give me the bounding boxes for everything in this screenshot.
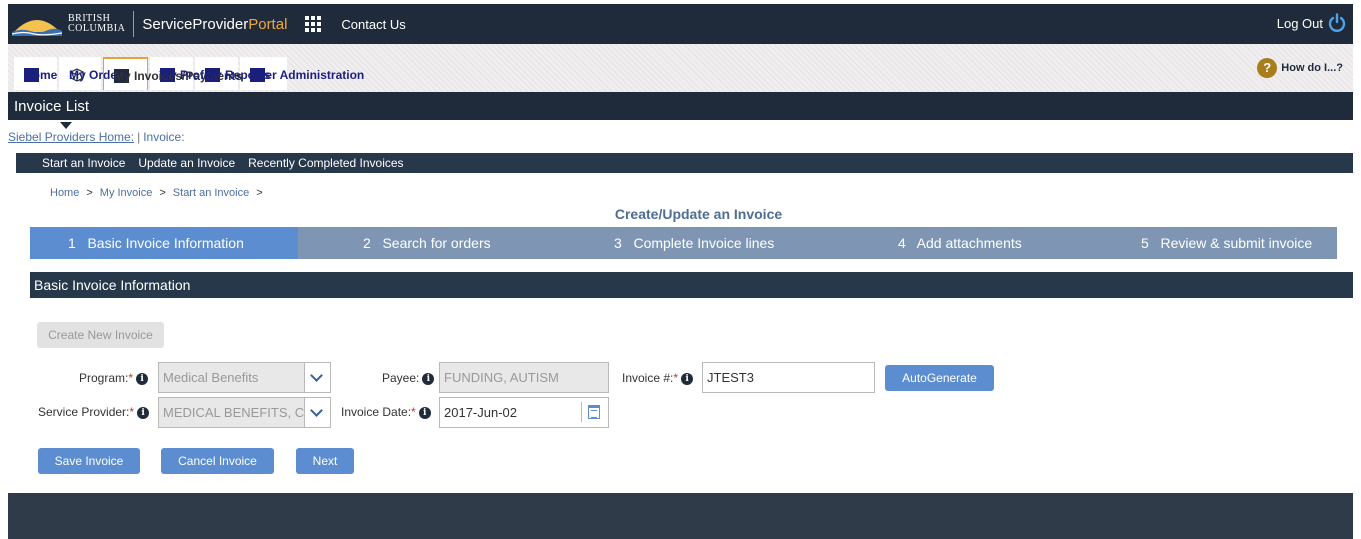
footer	[8, 493, 1353, 539]
providers-home-link[interactable]: Siebel Providers Home:	[8, 130, 134, 144]
cancel-invoice-button[interactable]: Cancel Invoice	[161, 448, 274, 474]
brand-line-2: COLUMBIA	[68, 23, 126, 34]
info-icon: i	[136, 373, 149, 385]
header-divider	[133, 11, 135, 37]
subnav-start-invoice[interactable]: Start an Invoice	[42, 156, 125, 170]
program-value: Medical Benefits	[163, 370, 259, 385]
sun-logo-icon	[12, 20, 62, 36]
create-new-invoice-button[interactable]: Create New Invoice	[37, 322, 164, 348]
invoice-date-label: Invoice Date:* i	[341, 405, 431, 419]
payee-label-text: Payee:	[382, 371, 420, 385]
portal-name: ServiceProvider	[142, 15, 249, 33]
power-icon	[1328, 13, 1346, 32]
invoice-number-label: Invoice #:* i	[622, 371, 694, 385]
program-label: Program:* i	[79, 371, 149, 385]
invoice-number-value: JTEST3	[707, 370, 754, 385]
payee-field: FUNDING, AUTISM	[439, 362, 609, 393]
contact-us-link[interactable]: Contact Us	[341, 17, 405, 32]
invoice-number-input[interactable]: JTEST3	[702, 362, 875, 393]
section-header: Basic Invoice Information	[30, 272, 1353, 298]
required-mark: *	[411, 405, 416, 419]
tab-my-orders[interactable]: My Orders	[59, 57, 128, 90]
invoice-number-label-text: Invoice #:	[622, 371, 674, 385]
info-icon: i	[681, 373, 694, 385]
step-search-orders[interactable]: 2 Search for orders	[363, 235, 491, 251]
subnav-recent-invoices[interactable]: Recently Completed Invoices	[248, 156, 403, 170]
invoice-date-input[interactable]: 2017-Jun-02	[439, 397, 609, 428]
chevron-down-icon[interactable]	[304, 398, 330, 427]
info-icon: i	[422, 373, 435, 385]
breadcrumb-my-invoice[interactable]: My Invoice	[100, 187, 153, 199]
how-do-i-label: How do I...?	[1281, 62, 1343, 74]
page-title: Invoice List	[14, 98, 90, 115]
payee-value: FUNDING, AUTISM	[444, 370, 559, 385]
service-provider-label: Service Provider:* i	[38, 405, 150, 419]
required-mark: *	[129, 405, 135, 419]
required-mark: *	[128, 371, 134, 385]
step-complete-lines[interactable]: 3 Complete Invoice lines	[614, 235, 774, 251]
help-icon: ?	[1257, 58, 1278, 78]
required-mark: *	[673, 371, 679, 385]
top-breadcrumb: Siebel Providers Home: | Invoice:	[8, 130, 185, 144]
tab-label: Home	[24, 67, 58, 82]
info-icon: i	[418, 407, 431, 419]
tab-label: User Administration	[250, 67, 365, 82]
breadcrumb-separator: |	[137, 130, 141, 144]
main-tab-bar: Home My Orders My Invoices/Payments My P…	[8, 44, 1353, 92]
chevron-down-icon[interactable]	[304, 363, 330, 392]
invoice-crumb[interactable]: Invoice:	[143, 130, 184, 144]
how-do-i-link[interactable]: ? How do I...?	[1257, 58, 1343, 78]
step-basic-info[interactable]: 1 Basic Invoice Information	[30, 227, 298, 259]
invoice-subnav: Start an Invoice Update an Invoice Recen…	[16, 153, 1353, 173]
service-provider-select[interactable]: MEDICAL BENEFITS, C	[158, 397, 331, 428]
autogenerate-button[interactable]: AutoGenerate	[885, 365, 994, 391]
wizard-steps: 1 Basic Invoice Information 2 Search for…	[30, 227, 1337, 259]
save-invoice-button[interactable]: Save Invoice	[38, 448, 140, 474]
logout-label: Log Out	[1276, 15, 1323, 31]
program-select[interactable]: Medical Benefits	[158, 362, 331, 393]
step-add-attachments[interactable]: 4 Add attachments	[898, 235, 1022, 251]
service-provider-label-text: Service Provider:	[38, 405, 130, 419]
calendar-icon[interactable]	[588, 405, 600, 419]
invoice-date-label-text: Invoice Date:	[341, 405, 412, 419]
subnav-update-invoice[interactable]: Update an Invoice	[138, 156, 235, 170]
info-icon: i	[137, 407, 150, 419]
step-review-submit[interactable]: 5 Review & submit invoice	[1141, 235, 1312, 251]
brand-text: BRITISH COLUMBIA	[68, 14, 125, 34]
portal-accent: Portal	[248, 15, 288, 33]
form-title: Create/Update an Invoice	[614, 206, 783, 222]
top-bar: BRITISH COLUMBIA ServiceProviderPortal C…	[8, 4, 1353, 44]
bc-logo[interactable]: BRITISH COLUMBIA	[8, 4, 125, 44]
breadcrumb: Home > My Invoice > Start an Invoice >	[50, 187, 263, 199]
breadcrumb-start-invoice[interactable]: Start an Invoice	[173, 187, 249, 199]
logout-button[interactable]: Log Out	[1277, 13, 1347, 33]
payee-label: Payee: i	[382, 371, 435, 385]
page-title-bar: Invoice List	[8, 92, 1353, 120]
breadcrumb-home[interactable]: Home	[50, 187, 79, 199]
field-divider	[581, 402, 582, 422]
invoice-date-value: 2017-Jun-02	[444, 405, 517, 420]
apps-grid-icon[interactable]	[305, 16, 322, 32]
portal-title: ServiceProviderPortal	[142, 16, 287, 33]
caret-down-icon	[60, 122, 72, 129]
next-button[interactable]: Next	[296, 448, 354, 474]
program-label-text: Program:	[79, 371, 129, 385]
service-provider-value: MEDICAL BENEFITS, C	[163, 405, 305, 420]
tab-home[interactable]: Home	[14, 57, 57, 90]
